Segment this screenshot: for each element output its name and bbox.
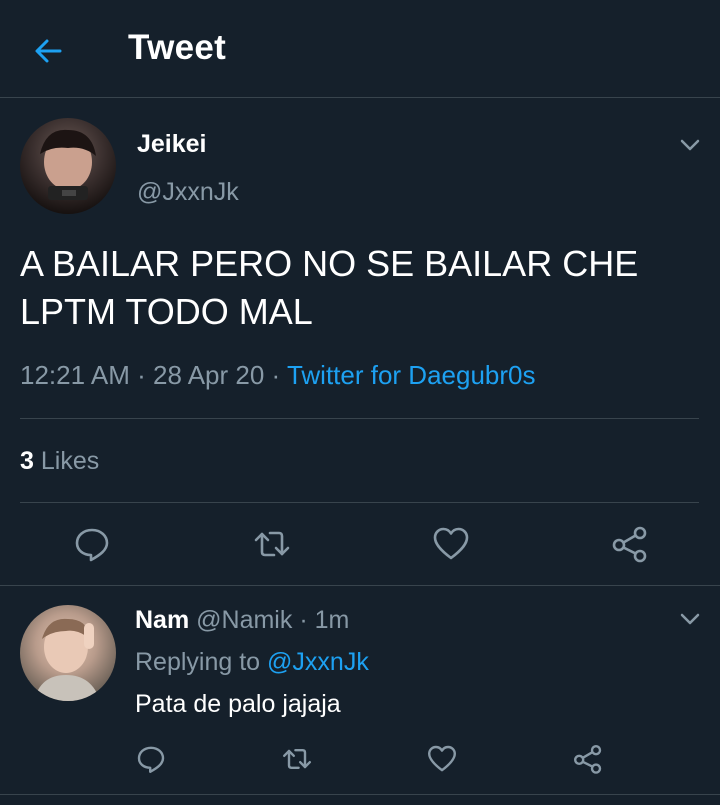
replying-to-handle-link[interactable]: @JxxnJk [267,648,369,676]
meta-separator: · [137,360,153,390]
divider [20,418,699,419]
tweet-source-link[interactable]: Twitter for Daegubr0s [287,360,536,390]
tweet-menu-button[interactable] [679,138,701,152]
avatar-image [34,618,100,701]
reply-text: Pata de palo jajaja [135,690,341,718]
arrow-left-icon [35,39,62,63]
meta-separator: · [271,360,287,390]
likes-link[interactable]: 3 Likes [20,447,99,476]
author-avatar[interactable] [20,118,116,214]
reply-menu-button[interactable] [679,612,701,626]
reply-header: Nam @Namik · 1m [135,606,349,635]
author-name[interactable]: Jeikei [137,130,207,159]
likes-label: Likes [40,447,100,475]
reply-icon [75,528,109,562]
divider [0,585,720,586]
reply-button[interactable] [72,524,112,564]
tweet-time: 12:21 AM [20,360,130,390]
retweet-icon [254,531,290,557]
share-button[interactable] [610,524,650,564]
reply-share-button[interactable] [572,743,604,775]
avatar-image [40,129,96,200]
retweet-button[interactable] [252,524,292,564]
reply-author-handle[interactable]: @Namik [196,606,292,634]
replying-label: Replying to [135,648,261,676]
share-icon [574,745,602,774]
retweet-icon [283,749,311,769]
chevron-down-icon [680,139,700,151]
reply-icon [137,746,165,773]
likes-count: 3 [20,447,34,475]
tweet-text-line: A BAILAR PERO NO SE BAILAR CHE [20,243,639,284]
reply-retweet-button[interactable] [281,743,313,775]
back-button[interactable] [30,33,66,69]
reply-author-avatar[interactable] [20,605,116,701]
divider [20,502,699,503]
page-title: Tweet [128,28,227,67]
chevron-down-icon [680,613,700,625]
reply-time: 1m [314,606,350,634]
reply-reply-button[interactable] [135,743,167,775]
heart-icon [433,527,469,560]
tweet-text: A BAILAR PERO NO SE BAILAR CHE LPTM TODO… [20,240,700,336]
top-bar: Tweet [0,0,720,98]
replying-to: Replying to @JxxnJk [135,648,369,677]
reply-author-name[interactable]: Nam [135,606,189,634]
share-icon [612,526,647,563]
heart-icon [428,745,456,772]
divider [0,794,720,795]
meta-separator: · [299,606,308,634]
tweet-text-line: LPTM TODO MAL [20,291,313,332]
like-button[interactable] [431,524,471,564]
author-handle[interactable]: @JxxnJk [137,178,239,207]
reply-like-button[interactable] [426,743,458,775]
tweet-meta: 12:21 AM · 28 Apr 20 · Twitter for Daegu… [20,360,536,391]
tweet-date: 28 Apr 20 [152,360,265,390]
